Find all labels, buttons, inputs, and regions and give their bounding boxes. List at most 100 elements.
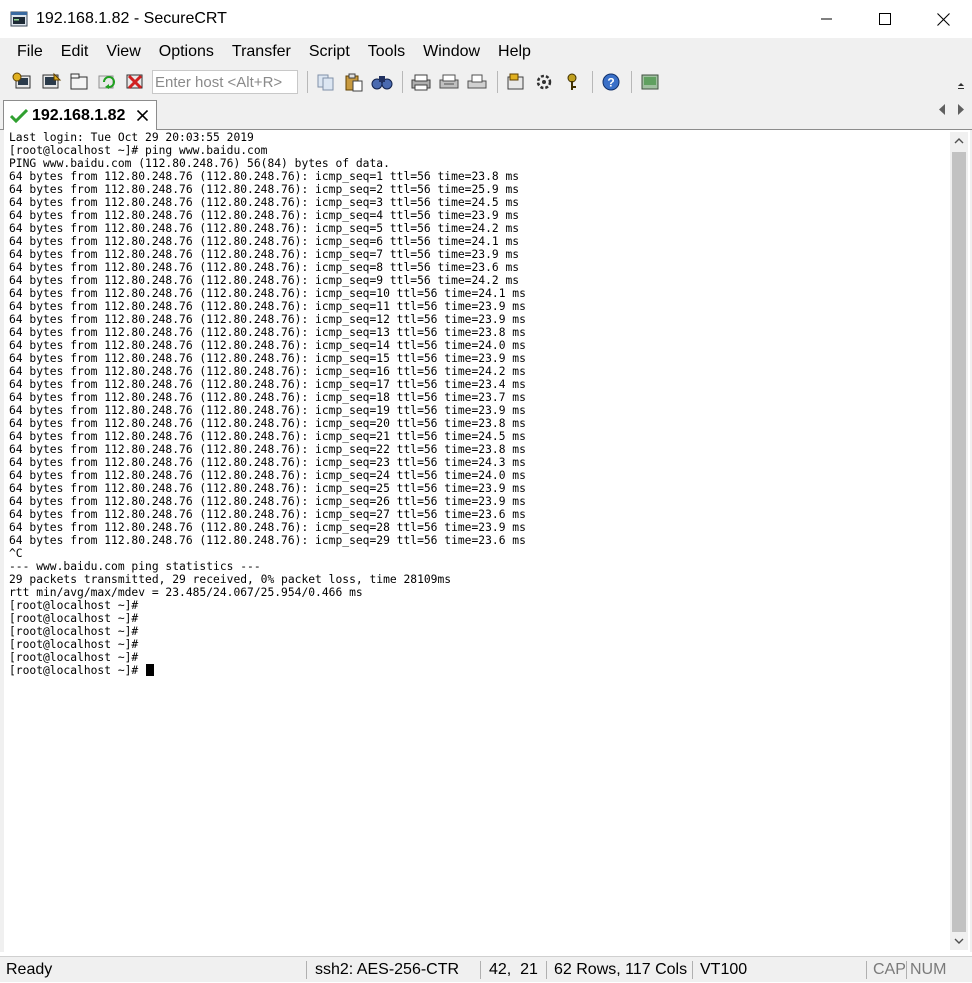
status-divider bbox=[546, 961, 547, 979]
terminal-line: 64 bytes from 112.80.248.76 (112.80.248.… bbox=[9, 287, 945, 300]
maximize-icon bbox=[879, 13, 891, 25]
menu-script[interactable]: Script bbox=[300, 38, 359, 66]
keymap-icon bbox=[567, 73, 577, 90]
terminal-line-text: 64 bytes from 112.80.248.76 (112.80.248.… bbox=[9, 495, 526, 508]
menu-edit[interactable]: Edit bbox=[52, 38, 98, 66]
maximize-button[interactable] bbox=[856, 0, 914, 38]
help-button[interactable]: ? bbox=[598, 70, 624, 94]
terminal-line: 64 bytes from 112.80.248.76 (112.80.248.… bbox=[9, 170, 945, 183]
scroll-down-arrow[interactable] bbox=[950, 932, 968, 950]
terminal-line: 64 bytes from 112.80.248.76 (112.80.248.… bbox=[9, 183, 945, 196]
terminal-line-text: 64 bytes from 112.80.248.76 (112.80.248.… bbox=[9, 534, 526, 547]
print-button[interactable] bbox=[408, 70, 434, 94]
terminal-line-text: [root@localhost ~]# bbox=[9, 664, 146, 677]
window-controls bbox=[798, 0, 972, 38]
sftp-icon bbox=[641, 74, 659, 90]
menu-view[interactable]: View bbox=[97, 38, 149, 66]
menu-help[interactable]: Help bbox=[489, 38, 540, 66]
terminal-line-text: 64 bytes from 112.80.248.76 (112.80.248.… bbox=[9, 183, 520, 196]
status-divider bbox=[906, 961, 907, 979]
global-options-button[interactable] bbox=[531, 70, 557, 94]
terminal-scrollbar[interactable] bbox=[950, 132, 968, 950]
terminal-line: 64 bytes from 112.80.248.76 (112.80.248.… bbox=[9, 404, 945, 417]
terminal-line-text: 64 bytes from 112.80.248.76 (112.80.248.… bbox=[9, 417, 526, 430]
disconnect-button[interactable] bbox=[122, 70, 148, 94]
session-tab[interactable]: 192.168.1.82 bbox=[3, 100, 157, 130]
terminal-line: PING www.baidu.com (112.80.248.76) 56(84… bbox=[9, 157, 945, 170]
printer-setup-button[interactable] bbox=[464, 70, 490, 94]
toolbar: ? bbox=[0, 66, 972, 98]
terminal-line-text: [root@localhost ~]# bbox=[9, 638, 139, 651]
terminal-line-text: 64 bytes from 112.80.248.76 (112.80.248.… bbox=[9, 404, 526, 417]
printer-icon bbox=[467, 74, 487, 89]
menu-tools[interactable]: Tools bbox=[359, 38, 414, 66]
window-title: 192.168.1.82 - SecureCRT bbox=[36, 10, 227, 27]
terminal-line: 64 bytes from 112.80.248.76 (112.80.248.… bbox=[9, 339, 945, 352]
securecrt-app-icon[interactable] bbox=[10, 10, 28, 28]
toolbar-overflow-icon[interactable] bbox=[956, 76, 966, 90]
keymap-button[interactable] bbox=[559, 70, 585, 94]
terminal-line-text: Last login: Tue Oct 29 20:03:55 2019 bbox=[9, 131, 254, 144]
terminal-line: [root@localhost ~]# ping www.baidu.com bbox=[9, 144, 945, 157]
sftp-button[interactable] bbox=[637, 70, 663, 94]
tab-scroll-left-icon[interactable] bbox=[939, 104, 946, 118]
terminal-line-text: 64 bytes from 112.80.248.76 (112.80.248.… bbox=[9, 222, 520, 235]
terminal-line-text: 64 bytes from 112.80.248.76 (112.80.248.… bbox=[9, 430, 526, 443]
terminal-line: 64 bytes from 112.80.248.76 (112.80.248.… bbox=[9, 261, 945, 274]
status-ready: Ready bbox=[6, 961, 53, 978]
tab-close-button[interactable] bbox=[136, 105, 149, 125]
menu-window[interactable]: Window bbox=[414, 38, 489, 66]
terminal-output[interactable]: Last login: Tue Oct 29 20:03:55 2019 [roo… bbox=[9, 131, 945, 949]
paste-button[interactable] bbox=[341, 70, 367, 94]
connect-tab-icon bbox=[70, 73, 88, 90]
chevron-up-icon bbox=[954, 138, 964, 144]
copy-icon bbox=[317, 74, 334, 91]
copy-button[interactable] bbox=[313, 70, 339, 94]
scroll-up-arrow[interactable] bbox=[950, 132, 968, 150]
terminal-line: 64 bytes from 112.80.248.76 (112.80.248.… bbox=[9, 469, 945, 482]
terminal-line-text: 64 bytes from 112.80.248.76 (112.80.248.… bbox=[9, 339, 526, 352]
reconnect-button[interactable] bbox=[94, 70, 120, 94]
terminal-line: 64 bytes from 112.80.248.76 (112.80.248.… bbox=[9, 313, 945, 326]
close-button[interactable] bbox=[914, 0, 972, 38]
enter-host-input[interactable] bbox=[152, 70, 298, 94]
status-caps-lock: CAP bbox=[873, 961, 906, 978]
menu-transfer[interactable]: Transfer bbox=[223, 38, 300, 66]
terminal-line: 64 bytes from 112.80.248.76 (112.80.248.… bbox=[9, 482, 945, 495]
status-divider bbox=[692, 961, 693, 979]
menu-bar: File Edit View Options Transfer Script T… bbox=[0, 38, 972, 66]
terminal-line-text: 64 bytes from 112.80.248.76 (112.80.248.… bbox=[9, 378, 526, 391]
scroll-thumb[interactable] bbox=[952, 152, 966, 932]
terminal-line: 64 bytes from 112.80.248.76 (112.80.248.… bbox=[9, 417, 945, 430]
terminal-line: 29 packets transmitted, 29 received, 0% … bbox=[9, 573, 945, 586]
connect-icon bbox=[12, 72, 31, 89]
find-button[interactable] bbox=[369, 70, 395, 94]
terminal-line-text: 64 bytes from 112.80.248.76 (112.80.248.… bbox=[9, 352, 526, 365]
minimize-icon bbox=[821, 18, 832, 20]
terminal-line-text: 64 bytes from 112.80.248.76 (112.80.248.… bbox=[9, 521, 526, 534]
find-icon bbox=[371, 76, 393, 90]
terminal-line: 64 bytes from 112.80.248.76 (112.80.248.… bbox=[9, 196, 945, 209]
status-dimensions: 62 Rows, 117 Cols bbox=[554, 961, 688, 978]
menu-file[interactable]: File bbox=[8, 38, 52, 66]
terminal-line-text: 64 bytes from 112.80.248.76 (112.80.248.… bbox=[9, 391, 526, 404]
connect-in-tab-button[interactable] bbox=[66, 70, 92, 94]
terminal-line: [root@localhost ~]# bbox=[9, 625, 945, 638]
terminal-line: 64 bytes from 112.80.248.76 (112.80.248.… bbox=[9, 352, 945, 365]
connect-button[interactable] bbox=[10, 70, 36, 94]
session-options-button[interactable] bbox=[503, 70, 529, 94]
status-protocol: ssh2: AES-256-CTR bbox=[315, 961, 460, 978]
terminal-line-text: 64 bytes from 112.80.248.76 (112.80.248.… bbox=[9, 248, 520, 261]
terminal-line-text: 64 bytes from 112.80.248.76 (112.80.248.… bbox=[9, 365, 526, 378]
terminal-line: 64 bytes from 112.80.248.76 (112.80.248.… bbox=[9, 222, 945, 235]
tab-scroll-right-icon[interactable] bbox=[957, 104, 964, 118]
terminal-line-text: 64 bytes from 112.80.248.76 (112.80.248.… bbox=[9, 300, 526, 313]
minimize-button[interactable] bbox=[798, 0, 856, 38]
global-options-icon bbox=[536, 74, 552, 90]
menu-options[interactable]: Options bbox=[150, 38, 223, 66]
print-selection-button[interactable] bbox=[436, 70, 462, 94]
terminal-line-text: 29 packets transmitted, 29 received, 0% … bbox=[9, 573, 452, 586]
toolbar-separator bbox=[631, 71, 632, 93]
terminal-line: 64 bytes from 112.80.248.76 (112.80.248.… bbox=[9, 365, 945, 378]
quick-connect-button[interactable] bbox=[38, 70, 64, 94]
